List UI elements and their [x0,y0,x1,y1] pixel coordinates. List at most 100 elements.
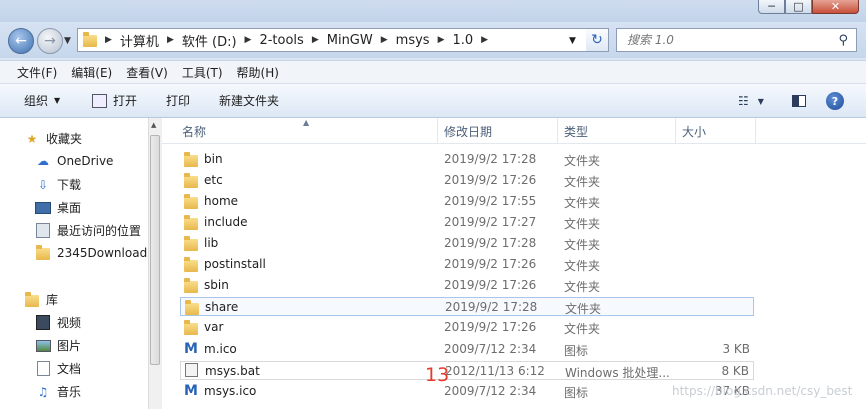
forward-button[interactable]: → [37,28,63,54]
nav-favorites[interactable]: ★ 收藏夹 [24,130,82,147]
folder-icon [184,151,200,167]
nav-pictures[interactable]: 图片 [35,337,81,354]
recent-pages-dropdown[interactable]: ▼ [64,36,71,46]
file-modified-date: 2019/9/2 17:26 [444,257,537,271]
picture-icon [35,338,51,354]
help-button[interactable]: ? [826,92,844,110]
new-folder-button[interactable]: 新建文件夹 [219,92,279,109]
nav-recent-label: 最近访问的位置 [57,224,142,238]
chevron-down-icon: ▼ [54,96,61,105]
chevron-right-icon[interactable]: ▶ [105,35,112,45]
nav-downloads[interactable]: ⇩ 下载 [35,176,81,193]
nav-desktop[interactable]: 桌面 [35,199,81,216]
chevron-right-icon[interactable]: ▶ [167,35,174,45]
menu-edit[interactable]: 编辑(E) [71,64,112,81]
close-button[interactable]: ✕ [812,0,859,14]
refresh-button[interactable]: ↻ [586,28,609,52]
file-row[interactable]: etc 2019/9/2 17:26 文件夹 [180,171,754,190]
search-input[interactable] [625,32,829,48]
preview-pane-button[interactable] [790,93,808,109]
file-row[interactable]: home 2019/9/2 17:55 文件夹 [180,192,754,211]
file-row[interactable]: var 2019/9/2 17:26 文件夹 [180,318,754,337]
file-type: 文件夹 [565,302,602,316]
file-modified-date: 2009/7/12 2:34 [444,342,537,356]
view-options-button[interactable]: ☷ ▼ [736,93,766,109]
nav-pictures-label: 图片 [57,339,82,353]
chevron-right-icon[interactable]: ▶ [481,35,488,45]
address-bar[interactable]: ▶ 计算机 ▶ 软件 (D:) ▶ 2-tools ▶ MinGW ▶ msys… [77,28,609,52]
column-modified[interactable]: 修改日期 [444,123,492,140]
chevron-right-icon[interactable]: ▶ [312,35,319,45]
chevron-right-icon[interactable]: ▶ [381,35,388,45]
scrollbar-thumb[interactable] [150,135,160,365]
breadcrumb-1-0[interactable]: 1.0 [452,33,473,48]
breadcrumb-drive-d[interactable]: 软件 (D:) [182,31,237,50]
breadcrumb-2-tools[interactable]: 2-tools [259,33,303,48]
nav-recent-places[interactable]: 最近访问的位置 [35,222,141,239]
search-box[interactable]: ⚲ [616,28,857,52]
menu-tools[interactable]: 工具(T) [182,64,223,81]
nav-music[interactable]: ♫ 音乐 [35,383,81,400]
file-type: 文件夹 [564,154,601,168]
file-name: sbin [204,278,229,292]
file-modified-date: 2019/9/2 17:55 [444,194,537,208]
file-type: 文件夹 [564,175,601,189]
address-history-dropdown[interactable]: ▼ [569,36,576,46]
scroll-up-icon[interactable]: ▲ [151,121,156,129]
print-label: 打印 [166,94,191,108]
file-modified-date: 2019/9/2 17:28 [444,236,537,250]
nav-libraries[interactable]: 库 [24,291,58,308]
breadcrumb-computer[interactable]: 计算机 [120,31,159,50]
file-row[interactable]: Mm.ico 2009/7/12 2:34 图标 3 KB [180,340,754,359]
menu-help[interactable]: 帮助(H) [237,64,279,81]
m-logo-icon: M [184,341,198,357]
nav-documents[interactable]: 文档 [35,360,81,377]
chevron-right-icon[interactable]: ▶ [245,35,252,45]
file-modified-date: 2019/9/2 17:26 [444,278,537,292]
file-row[interactable]: postinstall 2019/9/2 17:26 文件夹 [180,255,754,274]
minimize-button[interactable]: ─ [758,0,785,14]
file-type: 图标 [564,386,589,400]
print-button[interactable]: 打印 [166,92,190,109]
file-type: 文件夹 [564,217,601,231]
menu-file[interactable]: 文件(F) [17,64,57,81]
nav-2345downloads-label: 2345Downloads [57,246,149,260]
nav-documents-label: 文档 [57,362,82,376]
column-name[interactable]: 名称 [182,123,206,140]
recent-places-icon [35,223,51,239]
nav-pane-scrollbar[interactable]: ▲ [148,118,162,409]
breadcrumb-msys[interactable]: msys [396,33,430,48]
file-type: 文件夹 [564,259,601,273]
file-name: etc [204,173,223,187]
column-type[interactable]: 类型 [564,123,588,140]
file-row[interactable]: sbin 2019/9/2 17:26 文件夹 [180,276,754,295]
file-row[interactable]: Mmsys.ico 2009/7/12 2:34 图标 37 KB [180,382,754,401]
nav-onedrive[interactable]: ☁ OneDrive [35,153,113,169]
breadcrumb-mingw[interactable]: MinGW [327,33,373,48]
chevron-right-icon[interactable]: ▶ [438,35,445,45]
file-row[interactable]: include 2019/9/2 17:27 文件夹 [180,213,754,232]
open-button[interactable]: 打开 [92,92,137,109]
column-size[interactable]: 大小 [682,123,706,140]
file-row[interactable]: lib 2019/9/2 17:28 文件夹 [180,234,754,253]
file-row[interactable]: msys.bat 2012/11/13 6:12 Windows 批处理... 8 K… [180,361,754,380]
file-modified-date: 2012/11/13 6:12 [445,364,545,378]
nav-videos-label: 视频 [57,316,82,330]
search-icon[interactable]: ⚲ [838,33,848,48]
desktop-icon [35,200,51,216]
file-name: postinstall [204,257,266,271]
folder-icon [184,193,200,209]
menu-view[interactable]: 查看(V) [126,64,168,81]
file-modified-date: 2019/9/2 17:26 [444,320,537,334]
file-name: bin [204,152,223,166]
organize-button[interactable]: 组织 ▼ [24,92,60,109]
folder-icon [184,214,200,230]
back-button[interactable]: ← [8,28,34,54]
file-row[interactable]: bin 2019/9/2 17:28 文件夹 [180,150,754,169]
video-icon [35,315,51,331]
file-type: 文件夹 [564,238,601,252]
maximize-button[interactable]: □ [785,0,812,14]
file-row[interactable]: share 2019/9/2 17:28 文件夹 [180,297,754,316]
nav-2345downloads[interactable]: 2345Downloads [35,245,149,261]
nav-videos[interactable]: 视频 [35,314,81,331]
